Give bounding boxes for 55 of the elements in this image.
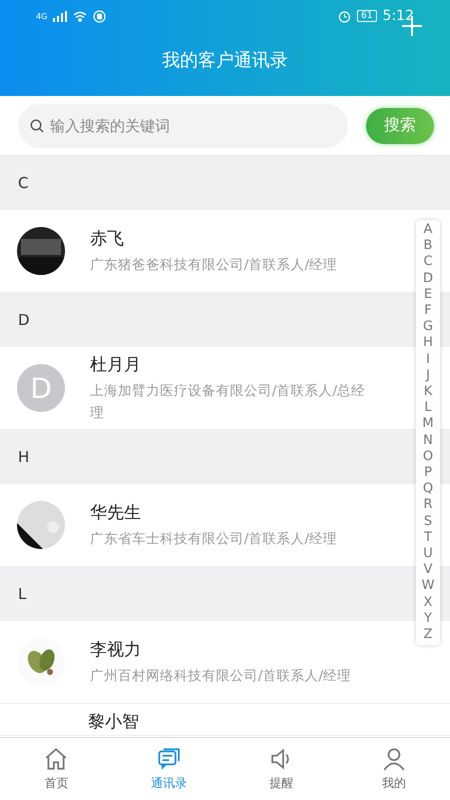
index-letter[interactable]: X <box>424 594 432 611</box>
contact-detail: 广东猪爸爸科技有限公司/首联系人/经理 <box>90 256 338 274</box>
network-label: 4G <box>36 12 48 20</box>
index-letter[interactable]: S <box>424 514 432 530</box>
index-letter[interactable]: G <box>422 319 434 336</box>
alphabet-index[interactable]: A B C D E F G H I J K L M N O P Q R S T U V W X Y Z <box>416 220 440 646</box>
contact-name: 华先生 <box>90 502 142 524</box>
index-letter[interactable]: R <box>423 497 433 514</box>
home-icon <box>43 746 70 772</box>
section-letter: C <box>18 174 28 192</box>
battery-level: 61 <box>357 10 377 22</box>
index-letter[interactable]: W <box>422 578 434 595</box>
index-letter[interactable]: F <box>424 303 432 320</box>
contact-detail: 广州百村网络科技有限公司/首联系人/经理 <box>90 666 352 686</box>
nav-tab[interactable]: 我的 <box>338 738 450 800</box>
clock-time: 5:12 <box>382 8 414 24</box>
index-letter[interactable]: M <box>422 416 434 433</box>
section-letter: L <box>18 585 26 603</box>
index-letter[interactable]: Q <box>422 481 434 498</box>
search-field[interactable]: 输入搜索的关键词 <box>18 104 348 148</box>
contact-detail: 广东省车士科技有限公司/首联系人/经理 <box>90 530 338 548</box>
search-button[interactable]: 搜索 <box>366 108 434 144</box>
contact-name: 李视力 <box>90 638 142 660</box>
index-letter[interactable]: T <box>424 530 432 546</box>
nav-tab[interactable]: 首页 <box>0 738 112 800</box>
index-letter[interactable]: U <box>423 546 433 562</box>
index-letter[interactable]: N <box>423 432 433 449</box>
index-letter[interactable]: L <box>424 400 432 416</box>
index-letter[interactable]: A <box>424 222 432 238</box>
index-letter[interactable]: C <box>423 254 433 271</box>
index-letter[interactable]: I <box>426 352 430 368</box>
page-title: 我的客户通讯录 <box>162 49 288 72</box>
index-letter[interactable]: B <box>424 238 432 254</box>
contact-row[interactable]: 黎小智 <box>0 704 450 736</box>
signal-icon <box>53 10 68 22</box>
section-letter: H <box>18 448 30 466</box>
index-letter[interactable]: J <box>426 368 430 384</box>
index-letter[interactable]: K <box>424 384 432 400</box>
index-letter[interactable]: D <box>422 270 433 287</box>
section-letter: D <box>18 311 30 329</box>
contact-name: 赤飞 <box>90 228 125 250</box>
contact-detail: 上海加臂力医疗设备有限公司/首联系人/总经理 <box>90 382 366 422</box>
alarm-icon <box>338 10 352 22</box>
wifi-icon <box>73 10 88 22</box>
user-icon <box>380 746 407 772</box>
hand-icon <box>93 10 106 22</box>
index-letter[interactable]: O <box>422 448 434 466</box>
search-icon <box>30 118 44 132</box>
nav-tab[interactable]: 通讯录 <box>112 738 225 800</box>
index-letter[interactable]: P <box>424 465 432 482</box>
chat-icon <box>156 746 182 772</box>
contact-name: 黎小智 <box>88 711 140 733</box>
nav-tab[interactable]: 提醒 <box>225 738 338 800</box>
index-letter[interactable]: Z <box>424 627 432 644</box>
contact-name: 杜月月 <box>90 354 142 376</box>
